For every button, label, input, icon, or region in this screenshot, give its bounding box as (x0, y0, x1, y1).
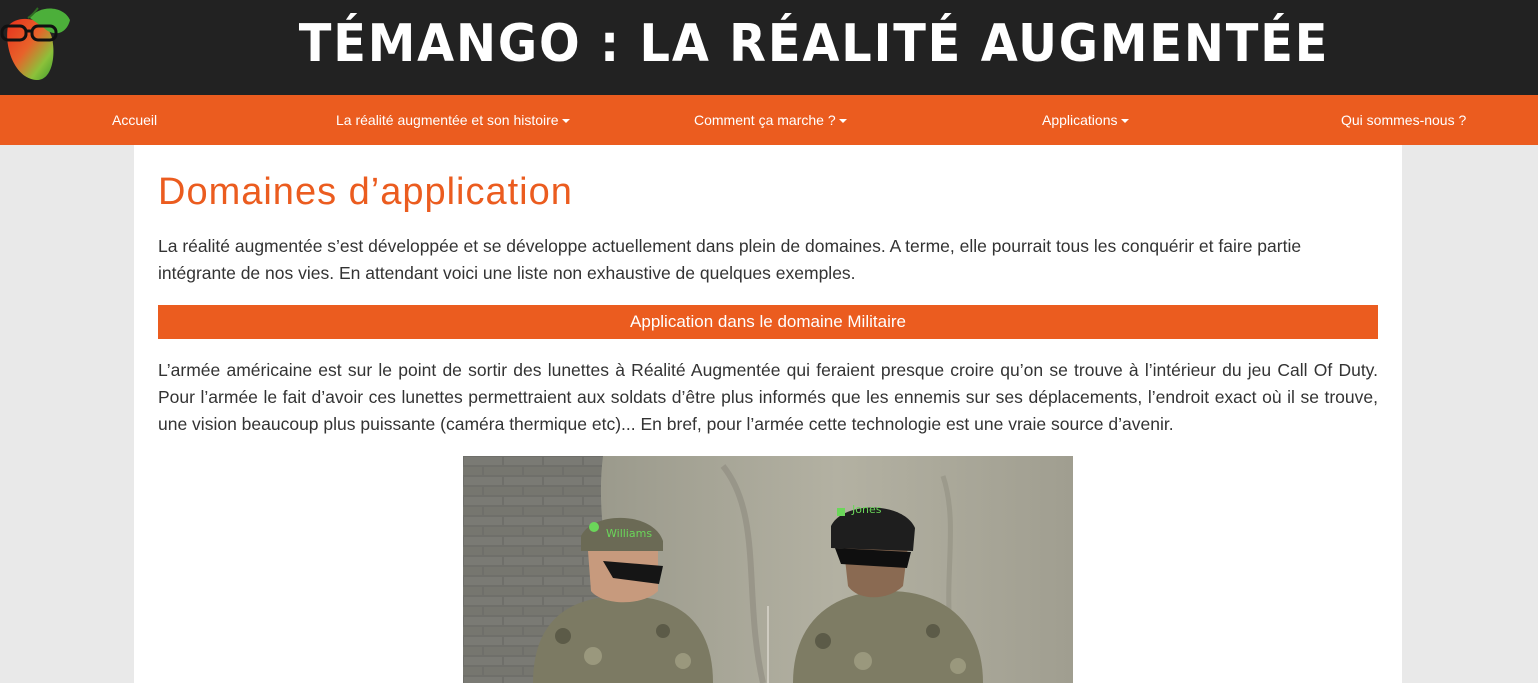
section-heading-militaire: Application dans le domaine Militaire (158, 305, 1378, 339)
nav-item-applications[interactable]: Applications (1042, 95, 1129, 145)
ar-tag-label: Jones (851, 503, 882, 516)
soldiers-illustration: Williams Jones (463, 456, 1073, 683)
intro-paragraph: La réalité augmentée s’est développée et… (158, 236, 1302, 283)
nav-item-qui-sommes-nous[interactable]: Qui sommes-nous ? (1341, 95, 1466, 145)
caret-down-icon (838, 119, 847, 124)
caret-down-icon (561, 119, 570, 124)
nav-item-label: Accueil (112, 112, 158, 128)
page-title: Domaines d’application (158, 171, 573, 213)
main-navbar: Accueil La réalité augmentée et son hist… (0, 95, 1538, 145)
site-header: TÉMANGO : LA RÉALITÉ AUGMENTÉE (0, 0, 1538, 95)
nav-item-label: Qui sommes-nous ? (1341, 112, 1467, 128)
site-title: TÉMANGO : LA RÉALITÉ AUGMENTÉE (298, 14, 1330, 74)
nav-item-accueil[interactable]: Accueil (112, 95, 157, 145)
nav-item-label: Applications (1042, 112, 1118, 128)
caret-down-icon (1120, 119, 1129, 124)
section-paragraph: L’armée américaine est sur le point de s… (158, 360, 1378, 434)
military-ar-photo: Williams Jones (463, 456, 1073, 683)
nav-item-label: Comment ça marche ? (694, 112, 836, 128)
ar-tag-label: Williams (606, 527, 652, 540)
nav-item-histoire[interactable]: La réalité augmentée et son histoire (336, 95, 570, 145)
mango-logo-icon[interactable] (0, 6, 72, 82)
nav-item-comment-ca-marche[interactable]: Comment ça marche ? (694, 95, 847, 145)
main-content: Domaines d’application La réalité augmen… (134, 145, 1402, 683)
nav-item-label: La réalité augmentée et son histoire (336, 112, 559, 128)
